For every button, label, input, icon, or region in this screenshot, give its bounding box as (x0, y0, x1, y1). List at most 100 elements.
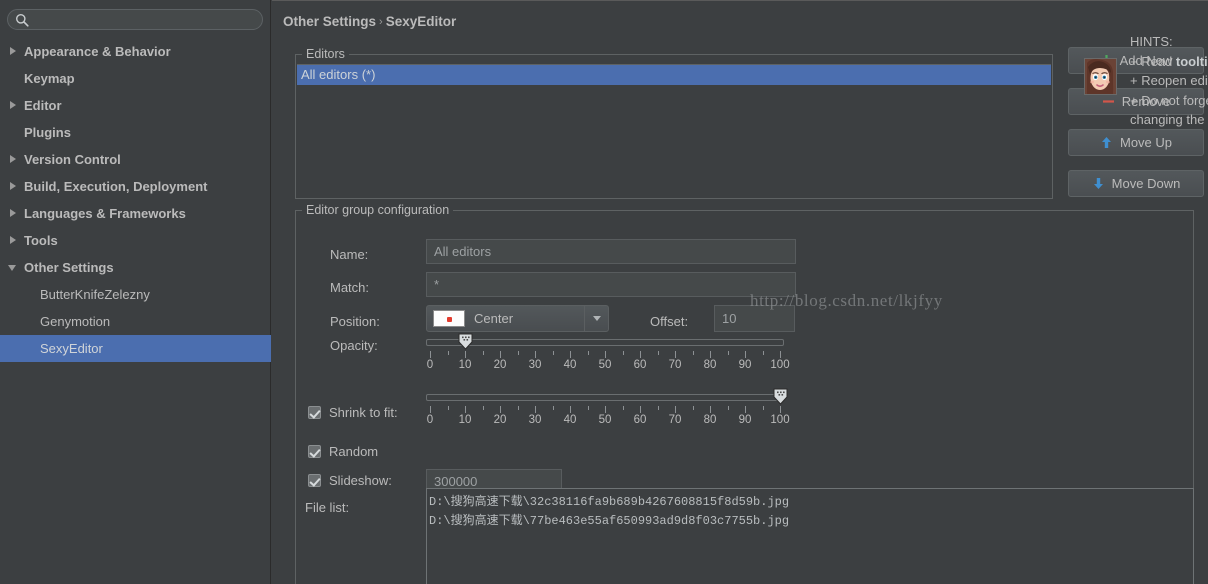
sidebar-item-editor[interactable]: Editor (0, 92, 271, 119)
chevron-right-icon[interactable] (8, 46, 19, 57)
breadcrumb-separator: › (379, 16, 383, 28)
chevron-down-icon[interactable] (584, 306, 608, 331)
move-down-button[interactable]: Move Down (1068, 170, 1204, 197)
sidebar-item-label: SexyEditor (40, 341, 103, 356)
chevron-down-icon[interactable] (8, 262, 19, 273)
opacity-slider-thumb[interactable] (458, 333, 473, 350)
move-up-button[interactable]: Move Up (1068, 129, 1204, 156)
slider-tick-label: 60 (633, 414, 647, 426)
slider-tick-label: 0 (426, 359, 434, 371)
sidebar-item-genymotion[interactable]: Genymotion (0, 308, 271, 335)
breadcrumb-root[interactable]: Other Settings (283, 14, 376, 29)
shrink-slider-track[interactable] (426, 394, 784, 401)
random-checkbox[interactable] (308, 445, 321, 458)
position-value: Center (474, 311, 514, 326)
sidebar-item-label: Build, Execution, Deployment (24, 179, 208, 194)
slider-tick-label: 80 (703, 414, 717, 426)
slider-tick-label: 40 (563, 359, 577, 371)
sidebar-item-label: Appearance & Behavior (24, 44, 171, 59)
chevron-right-icon[interactable] (8, 181, 19, 192)
sidebar-item-tools[interactable]: Tools (0, 227, 271, 254)
sidebar-item-label: Languages & Frameworks (24, 206, 186, 221)
chevron-right-icon[interactable] (8, 208, 19, 219)
sidebar-item-label: ButterKnifeZelezny (40, 287, 150, 302)
slider-tick-label: 80 (703, 359, 717, 371)
shrink-to-fit-checkbox[interactable] (308, 406, 321, 419)
slider-tick-label: 40 (563, 414, 577, 426)
sidebar-item-build-execution-deployment[interactable]: Build, Execution, Deployment (0, 173, 271, 200)
name-input[interactable] (426, 239, 796, 264)
editors-list[interactable]: All editors (*) (297, 64, 1051, 197)
editors-group-title: Editors (302, 47, 349, 61)
file-list-line: D:\搜狗高速下载\77be463e55af650993ad9d8f03c775… (429, 514, 790, 528)
sidebar-item-languages-frameworks[interactable]: Languages & Frameworks (0, 200, 271, 227)
slideshow-checkbox-row[interactable]: Slideshow: (308, 473, 392, 488)
random-label: Random (329, 444, 379, 459)
slider-tick-label: 90 (738, 359, 752, 371)
sidebar-item-label: Genymotion (40, 314, 111, 329)
shrink-slider-thumb[interactable] (773, 388, 788, 405)
editors-group: Editors All editors (*) (295, 47, 1053, 199)
slider-tick-label: 100 (770, 414, 790, 426)
search-field-wrapper (7, 9, 263, 30)
sidebar-item-appearance-behavior[interactable]: Appearance & Behavior (0, 38, 271, 65)
sidebar-item-label: Other Settings (24, 260, 114, 275)
sidebar-item-keymap[interactable]: Keymap (0, 65, 271, 92)
sidebar-item-version-control[interactable]: Version Control (0, 146, 271, 173)
slider-tick-label: 60 (633, 359, 647, 371)
shrink-to-fit-checkbox-row[interactable]: Shrink to fit: (308, 405, 398, 420)
arrow-up-icon (1101, 137, 1111, 148)
move-up-label: Move Up (1119, 135, 1173, 150)
sidebar-item-sexyeditor[interactable]: SexyEditor (0, 335, 271, 362)
slider-tick-label: 10 (458, 359, 472, 371)
settings-sidebar: Appearance & Behavior Keymap Editor Plugins… (0, 0, 271, 584)
slideshow-checkbox[interactable] (308, 474, 321, 487)
hints-line-1: + Read tooltips for more help. (1130, 52, 1208, 72)
sidebar-item-label: Editor (24, 98, 62, 113)
chevron-right-icon[interactable] (8, 235, 19, 246)
opacity-slider-track[interactable] (426, 339, 784, 346)
sidebar-item-label: Plugins (24, 125, 71, 140)
hints-line-4: changing the editor group. (1130, 112, 1208, 127)
slider-tick-label: 50 (598, 414, 612, 426)
name-label: Name: (330, 247, 369, 262)
sidebar-item-label: Keymap (24, 71, 75, 86)
offset-label: Offset: (650, 314, 689, 329)
slider-tick-label: 20 (493, 359, 507, 371)
breadcrumb: Other Settings › SexyEditor (283, 14, 456, 29)
editor-group-configuration: Editor group configuration Name: Match: … (295, 203, 1194, 584)
minus-icon (1102, 100, 1114, 103)
chevron-right-icon[interactable] (8, 100, 19, 111)
random-checkbox-row[interactable]: Random (308, 444, 378, 459)
shrink-slider-labels: 0 10 20 30 40 50 60 70 80 90 100 (426, 414, 790, 428)
match-label: Match: (330, 280, 370, 295)
settings-tree: Appearance & Behavior Keymap Editor Plugins… (0, 38, 271, 362)
slider-tick-label: 20 (493, 414, 507, 426)
match-input[interactable] (426, 272, 796, 297)
list-item[interactable]: All editors (*) (297, 65, 1051, 85)
avatar (1084, 58, 1117, 95)
sidebar-item-plugins[interactable]: Plugins (0, 119, 271, 146)
arrow-down-icon (1093, 178, 1103, 189)
slider-tick-label: 100 (770, 359, 790, 371)
opacity-slider-ticks (426, 351, 784, 359)
shrink-slider-ticks (426, 406, 784, 414)
hints-title: HINTS: (1130, 34, 1173, 49)
offset-input[interactable] (714, 305, 795, 332)
slider-tick-label: 50 (598, 359, 612, 371)
opacity-slider-labels: 0 10 20 30 40 50 60 70 80 90 100 (426, 359, 790, 373)
slider-tick-label: 10 (458, 414, 472, 426)
slider-tick-label: 70 (668, 414, 682, 426)
slideshow-label: Slideshow: (329, 473, 392, 488)
hints-text: HINTS: + Read tooltips for more help. + … (1130, 32, 1208, 130)
sidebar-item-butterknifezelezny[interactable]: ButterKnifeZelezny (0, 281, 271, 308)
position-dropdown[interactable]: Center (426, 305, 609, 332)
search-input[interactable] (7, 9, 263, 30)
config-group-title: Editor group configuration (302, 203, 454, 217)
file-list-textarea[interactable]: D:\搜狗高速下载\32c38116fa9b689b4267608815f8d5… (426, 488, 1194, 584)
sidebar-item-other-settings[interactable]: Other Settings (0, 254, 271, 281)
chevron-right-icon[interactable] (8, 154, 19, 165)
position-label: Position: (330, 314, 380, 329)
position-preview-icon (433, 310, 465, 327)
opacity-label: Opacity: (330, 338, 378, 353)
